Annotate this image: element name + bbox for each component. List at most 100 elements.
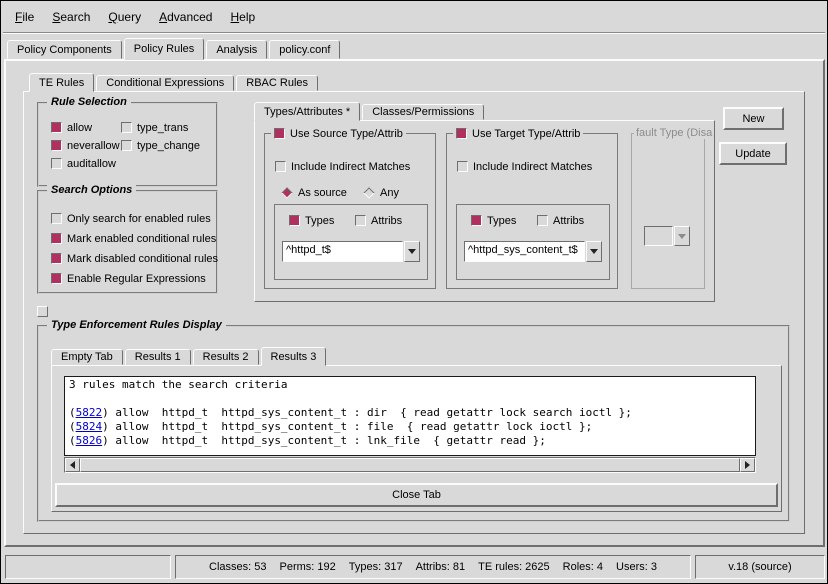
rule-text: allow httpd_t httpd_sys_content_t : file… <box>109 420 592 433</box>
target-combo-dropdown-button[interactable] <box>586 241 602 262</box>
stat-roles: Roles: 4 <box>563 561 603 573</box>
checkbox-label: Use Target Type/Attrib <box>472 128 580 140</box>
rule-id-link[interactable]: 5824 <box>76 420 103 433</box>
default-type-group: fault Type (Disa <box>631 133 705 289</box>
tab-te-rules[interactable]: TE Rules <box>29 73 94 92</box>
tab-empty[interactable]: Empty Tab <box>51 349 123 365</box>
checkbox-label: Enable Regular Expressions <box>67 273 206 285</box>
checkbox-indicator <box>537 215 548 226</box>
target-type-combo-value[interactable]: ^httpd_sys_content_t$ <box>464 241 585 262</box>
checkbox-indicator <box>51 213 62 224</box>
checkbox-label: Types <box>305 215 334 227</box>
tab-policy-conf[interactable]: policy.conf <box>269 40 340 59</box>
checkbox-label: Use Source Type/Attrib <box>290 128 403 140</box>
stat-te-rules: TE rules: 2625 <box>478 561 550 573</box>
checkbox-source-types[interactable]: Types <box>289 214 334 227</box>
te-rules-display-group: Type Enforcement Rules Display Empty Tab… <box>37 325 790 522</box>
checkbox-target-indirect-matches[interactable]: Include Indirect Matches <box>457 160 592 173</box>
results-tab-bar: Empty Tab Results 1 Results 2 Results 3 <box>51 347 328 365</box>
new-button[interactable]: New <box>723 107 784 130</box>
checkbox-use-source-type[interactable]: Use Source Type/Attrib <box>271 127 406 140</box>
menu-help[interactable]: Help <box>222 7 263 27</box>
chevron-down-icon <box>408 249 416 254</box>
checkbox-target-attribs[interactable]: Attribs <box>537 214 584 227</box>
main-tab-bar: Policy Components Policy Rules Analysis … <box>7 38 342 59</box>
tab-rbac-rules[interactable]: RBAC Rules <box>236 75 318 91</box>
checkbox-label: neverallow <box>67 140 120 152</box>
scrollbar-thumb[interactable] <box>80 458 740 472</box>
source-type-combo-value[interactable]: ^httpd_t$ <box>282 241 403 262</box>
checkbox-only-enabled-rules[interactable]: Only search for enabled rules <box>51 212 211 225</box>
tab-results-3[interactable]: Results 3 <box>261 347 327 366</box>
types-attrs-tab-bar: Types/Attributes * Classes/Permissions <box>254 102 486 120</box>
results-text-area[interactable]: 3 rules match the search criteria (5822)… <box>64 376 756 456</box>
checkbox-source-attribs[interactable]: Attribs <box>355 214 402 227</box>
tab-conditional-expressions[interactable]: Conditional Expressions <box>96 75 234 91</box>
rules-tab-bar: TE Rules Conditional Expressions RBAC Ru… <box>29 72 320 91</box>
tab-results-2[interactable]: Results 2 <box>193 349 259 365</box>
target-types-attribs-box: Types Attribs ^httpd_sys_content_t$ <box>456 204 610 280</box>
checkbox-indicator <box>274 128 285 139</box>
tab-analysis[interactable]: Analysis <box>206 40 267 59</box>
checkbox-mark-disabled-conditional[interactable]: Mark disabled conditional rules <box>51 252 218 265</box>
chevron-down-icon <box>590 249 598 254</box>
statusbar-version: v.18 (source) <box>695 555 825 579</box>
radio-as-source[interactable]: As source <box>281 186 347 199</box>
close-tab-button[interactable]: Close Tab <box>55 483 778 507</box>
checkbox-label: Mark enabled conditional rules <box>67 233 216 245</box>
checkbox-indicator <box>51 273 62 284</box>
source-type-group: Use Source Type/Attrib Include Indirect … <box>264 133 436 289</box>
checkbox-type-trans[interactable]: type_trans <box>121 121 188 134</box>
rule-text: allow httpd_t httpd_sys_content_t : lnk_… <box>109 434 546 447</box>
checkbox-target-types[interactable]: Types <box>471 214 516 227</box>
checkbox-indicator <box>51 253 62 264</box>
menubar: File Search Query Advanced Help <box>3 3 825 31</box>
checkbox-source-indirect-matches[interactable]: Include Indirect Matches <box>275 160 410 173</box>
menu-advanced[interactable]: Advanced <box>151 7 220 27</box>
pane-sash-handle[interactable] <box>37 306 48 317</box>
stat-attribs: Attribs: 81 <box>416 561 466 573</box>
checkbox-indicator <box>121 140 132 151</box>
update-button[interactable]: Update <box>719 142 787 165</box>
version-label: v.18 (source) <box>728 561 791 573</box>
scroll-left-button[interactable] <box>65 458 80 472</box>
checkbox-neverallow[interactable]: neverallow <box>51 139 120 152</box>
app-window: File Search Query Advanced Help Policy C… <box>0 0 828 584</box>
checkbox-label: Include Indirect Matches <box>291 161 410 173</box>
tab-results-1[interactable]: Results 1 <box>125 349 191 365</box>
tab-types-attributes[interactable]: Types/Attributes * <box>254 102 360 121</box>
checkbox-indicator <box>51 122 62 133</box>
scroll-left-icon <box>70 461 75 469</box>
stat-types: Types: 317 <box>349 561 403 573</box>
paren: ( <box>69 406 76 419</box>
checkbox-allow[interactable]: allow <box>51 121 92 134</box>
default-combo-dropdown-button <box>674 226 690 246</box>
source-combo-dropdown-button[interactable] <box>404 241 420 262</box>
tab-policy-rules[interactable]: Policy Rules <box>124 38 205 60</box>
checkbox-mark-enabled-conditional[interactable]: Mark enabled conditional rules <box>51 232 216 245</box>
checkbox-label: Attribs <box>553 215 584 227</box>
scroll-right-button[interactable] <box>740 458 755 472</box>
statusbar-left <box>5 555 171 579</box>
horizontal-scrollbar[interactable] <box>64 457 756 473</box>
chevron-down-icon <box>678 234 686 239</box>
rule-id-link[interactable]: 5826 <box>76 434 103 447</box>
rule-text: allow httpd_t httpd_sys_content_t : dir … <box>109 406 632 419</box>
checkbox-label: Attribs <box>371 215 402 227</box>
menu-file[interactable]: File <box>7 7 42 27</box>
tab-classes-permissions[interactable]: Classes/Permissions <box>362 104 484 120</box>
result-rule: (5826) allow httpd_t httpd_sys_content_t… <box>69 434 751 448</box>
menu-query[interactable]: Query <box>100 7 149 27</box>
checkbox-enable-regex[interactable]: Enable Regular Expressions <box>51 272 206 285</box>
menu-search[interactable]: Search <box>44 7 98 27</box>
tab-policy-components[interactable]: Policy Components <box>7 40 122 59</box>
checkbox-auditallow[interactable]: auditallow <box>51 157 116 170</box>
paren: ) <box>102 420 109 433</box>
checkbox-type-change[interactable]: type_change <box>121 139 200 152</box>
checkbox-label: auditallow <box>67 158 116 170</box>
checkbox-use-target-type[interactable]: Use Target Type/Attrib <box>453 127 583 140</box>
checkbox-indicator <box>471 215 482 226</box>
menubar-separator <box>3 32 825 34</box>
radio-any[interactable]: Any <box>363 186 399 199</box>
rule-id-link[interactable]: 5822 <box>76 406 103 419</box>
